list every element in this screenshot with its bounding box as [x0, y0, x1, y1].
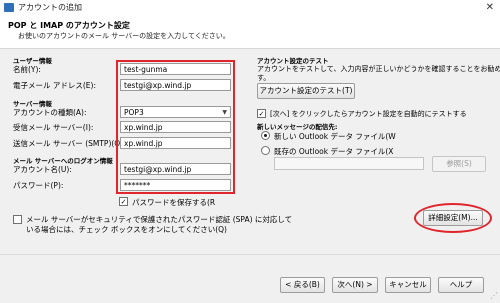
cancel-button[interactable]: キャンセル — [385, 277, 431, 293]
dialog-heading: POP と IMAP のアカウント設定 — [8, 21, 130, 30]
new-datafile-label: 新しい Outlook データ ファイル(W — [274, 132, 396, 141]
account-name-label: アカウント名(U): — [13, 165, 72, 174]
new-datafile-radio[interactable] — [261, 131, 270, 140]
test-description-line2: す。 — [257, 74, 271, 82]
app-icon — [4, 3, 14, 12]
close-icon[interactable]: ✕ — [486, 2, 494, 13]
remember-password-label: パスワードを保存する(R — [132, 198, 216, 207]
existing-datafile-radio[interactable] — [261, 146, 270, 155]
dialog-subtitle: お使いのアカウントのメール サーバーの設定を入力してください。 — [18, 32, 230, 40]
existing-datafile-label: 既存の Outlook データ ファイル(X — [274, 147, 394, 156]
spa-checkbox[interactable] — [13, 215, 22, 224]
browse-button[interactable]: 参照(S) — [432, 156, 486, 172]
name-label: 名前(Y): — [13, 65, 41, 74]
delivery-heading: 新しいメッセージの配信先: — [257, 123, 338, 131]
back-button[interactable]: < 戻る(B) — [280, 277, 325, 293]
help-button[interactable]: ヘルプ — [438, 277, 484, 293]
existing-datafile-path[interactable] — [274, 157, 424, 170]
auto-test-label: [次へ] をクリックしたらアカウント設定を自動的にテストする — [270, 110, 467, 118]
account-type-label: アカウントの種類(A): — [13, 108, 87, 117]
remember-password-checkbox[interactable]: ✓ — [119, 197, 128, 206]
spa-label-line2: いる場合には、チェック ボックスをオンにしてください(Q) — [26, 225, 227, 234]
resize-grip-icon[interactable]: ⋰ — [490, 291, 498, 300]
test-description-line1: アカウントをテストして、入力内容が正しいかどうかを確認することをお勧めしま — [257, 65, 500, 73]
highlight-box — [116, 60, 235, 194]
highlight-ellipse — [414, 203, 492, 233]
test-account-button[interactable]: アカウント設定のテスト(T) — [257, 83, 355, 99]
password-label: パスワード(P): — [13, 181, 64, 190]
auto-test-checkbox[interactable]: ✓ — [257, 109, 266, 118]
email-label: 電子メール アドレス(E): — [13, 81, 97, 90]
outgoing-server-label: 送信メール サーバー (SMTP)(O): — [13, 139, 126, 148]
next-button[interactable]: 次へ(N) > — [332, 277, 378, 293]
window-title: アカウントの追加 — [18, 3, 82, 12]
incoming-server-label: 受信メール サーバー(I): — [13, 123, 94, 132]
